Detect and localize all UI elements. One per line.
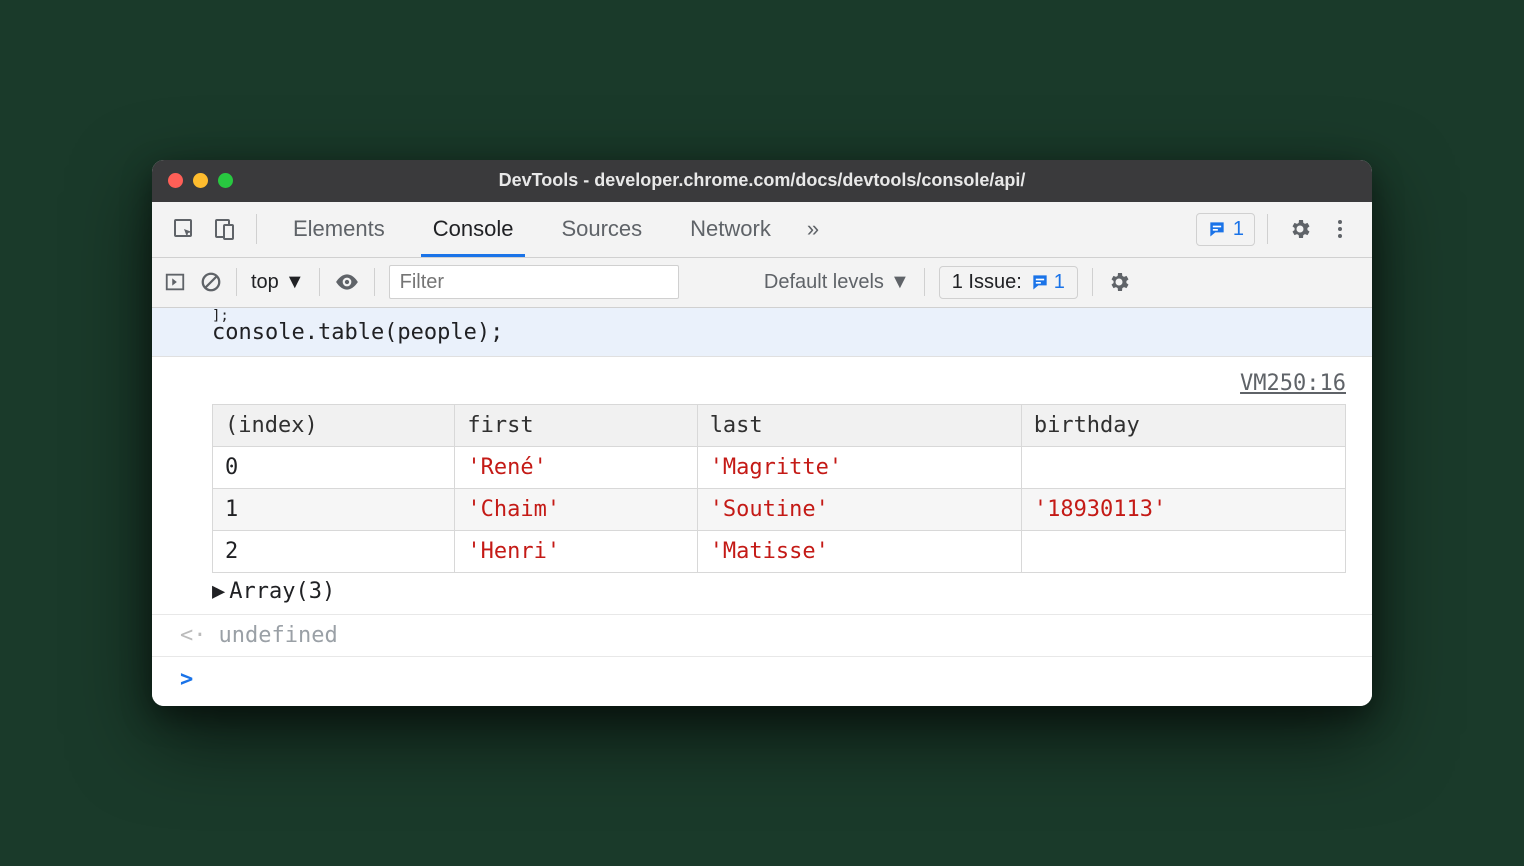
source-link[interactable]: VM250:16: [212, 365, 1356, 404]
titlebar: DevTools - developer.chrome.com/docs/dev…: [152, 160, 1372, 202]
return-row: <· undefined: [152, 615, 1372, 657]
cell-first: 'Henri': [455, 531, 697, 573]
log-levels-selector[interactable]: Default levels ▼: [764, 271, 910, 294]
divider: [319, 268, 320, 296]
live-expression-icon[interactable]: [334, 269, 360, 295]
cell-last: 'Magritte': [697, 447, 1021, 489]
code-line: console.table(people);: [212, 320, 1372, 346]
col-birthday[interactable]: birthday: [1021, 405, 1345, 447]
chevron-down-icon: ▼: [285, 271, 305, 294]
filter-input[interactable]: [389, 265, 679, 299]
return-value: undefined: [219, 623, 338, 648]
more-icon[interactable]: [1320, 209, 1360, 249]
prompt-chevron-icon: >: [180, 667, 193, 692]
console-toolbar: top ▼ Default levels ▼ 1 Issue: 1: [152, 258, 1372, 308]
code-input-row: ]; console.table(people);: [152, 308, 1372, 358]
cell-index: 2: [213, 531, 455, 573]
divider: [1267, 214, 1268, 244]
chat-icon: 1: [1030, 271, 1065, 294]
cell-birthday: [1021, 447, 1345, 489]
zoom-icon[interactable]: [218, 173, 233, 188]
traffic-lights: [168, 173, 233, 188]
divider: [236, 268, 237, 296]
console-settings-icon[interactable]: [1107, 270, 1131, 294]
divider: [374, 268, 375, 296]
return-arrow-icon: <·: [180, 623, 207, 648]
tabs-overflow[interactable]: »: [795, 201, 831, 257]
col-first[interactable]: first: [455, 405, 697, 447]
cell-first: 'René': [455, 447, 697, 489]
cell-first: 'Chaim': [455, 489, 697, 531]
console-table: (index) first last birthday 0 'René' 'Ma…: [212, 404, 1346, 573]
devtools-window: DevTools - developer.chrome.com/docs/dev…: [152, 160, 1372, 707]
context-selector[interactable]: top ▼: [251, 271, 305, 294]
main-tabbar: Elements Console Sources Network » 1: [152, 202, 1372, 258]
sidebar-toggle-icon[interactable]: [164, 271, 186, 293]
issues-badge[interactable]: 1 Issue: 1: [939, 266, 1078, 299]
divider: [924, 268, 925, 296]
clear-console-icon[interactable]: [200, 271, 222, 293]
table-row[interactable]: 2 'Henri' 'Matisse': [213, 531, 1346, 573]
array-expand-row[interactable]: ▶ Array(3): [212, 573, 1356, 606]
device-toggle-icon[interactable]: [204, 209, 244, 249]
window-title: DevTools - developer.chrome.com/docs/dev…: [499, 170, 1026, 191]
levels-label: Default levels: [764, 271, 884, 294]
table-row[interactable]: 0 'René' 'Magritte': [213, 447, 1346, 489]
col-last[interactable]: last: [697, 405, 1021, 447]
tab-network[interactable]: Network: [666, 201, 795, 257]
cell-last: 'Matisse': [697, 531, 1021, 573]
context-label: top: [251, 271, 279, 294]
array-label: Array(3): [229, 579, 335, 604]
cell-birthday: [1021, 531, 1345, 573]
tab-elements[interactable]: Elements: [269, 201, 409, 257]
close-icon[interactable]: [168, 173, 183, 188]
tab-sources[interactable]: Sources: [537, 201, 666, 257]
inspect-icon[interactable]: [164, 209, 204, 249]
minimize-icon[interactable]: [193, 173, 208, 188]
prompt-row[interactable]: >: [152, 657, 1372, 706]
tab-console[interactable]: Console: [409, 201, 538, 257]
cell-index: 1: [213, 489, 455, 531]
triangle-right-icon: ▶: [212, 579, 225, 604]
table-row[interactable]: 1 'Chaim' 'Soutine' '18930113': [213, 489, 1346, 531]
table-header-row: (index) first last birthday: [213, 405, 1346, 447]
settings-icon[interactable]: [1280, 209, 1320, 249]
col-index[interactable]: (index): [213, 405, 455, 447]
issues-count: 1: [1054, 271, 1065, 294]
table-output: VM250:16 (index) first last birthday 0 '…: [152, 357, 1372, 615]
chevron-down-icon: ▼: [890, 271, 910, 294]
console-body: ]; console.table(people); VM250:16 (inde…: [152, 308, 1372, 707]
divider: [1092, 268, 1093, 296]
code-prefix: ];: [212, 312, 1372, 320]
tabs: Elements Console Sources Network »: [269, 201, 831, 257]
issues-label: 1 Issue:: [952, 271, 1022, 294]
divider: [256, 214, 257, 244]
chat-icon: [1207, 219, 1227, 239]
cell-last: 'Soutine': [697, 489, 1021, 531]
cell-index: 0: [213, 447, 455, 489]
messages-badge[interactable]: 1: [1196, 213, 1255, 246]
cell-birthday: '18930113': [1021, 489, 1345, 531]
messages-count: 1: [1233, 218, 1244, 241]
